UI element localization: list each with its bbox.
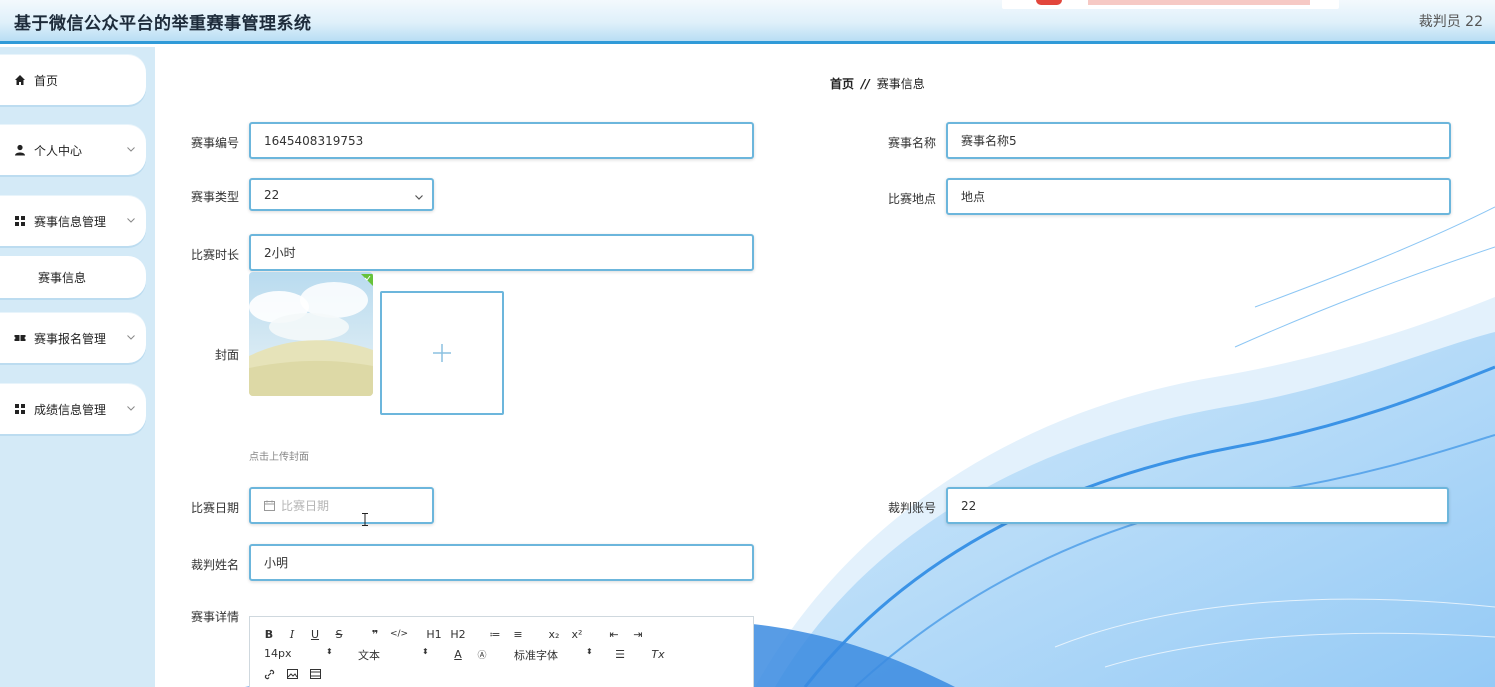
event-name-input[interactable]: 赛事名称5 — [946, 122, 1451, 159]
duration-label: 比赛时长 — [190, 248, 239, 262]
chevron-down-icon — [127, 218, 135, 223]
user-icon — [15, 144, 25, 156]
main-content: 首页 // 赛事信息 赛事编号 1645408319753 赛事名称 赛事名称5 赛… — [155, 47, 1495, 687]
indent-button[interactable]: ⇥ — [629, 626, 647, 642]
sidebar-item-personal-center[interactable]: 个人中心 — [0, 125, 146, 175]
breadcrumb-separator: // — [861, 77, 870, 91]
event-no-value: 1645408319753 — [264, 133, 364, 148]
superscript-button[interactable]: x² — [568, 626, 586, 642]
plus-icon — [433, 344, 451, 362]
clear-format-button[interactable]: Tx — [649, 646, 667, 662]
referee-account-input[interactable]: 22 — [946, 487, 1449, 524]
subscript-button[interactable]: x₂ — [545, 626, 563, 642]
landscape-image — [249, 272, 373, 396]
updown-arrows-icon: ⬍ — [326, 647, 333, 656]
sidebar-item-registration-management[interactable]: 赛事报名管理 — [0, 313, 146, 363]
cover-upload-button[interactable] — [380, 291, 504, 415]
outdent-button[interactable]: ⇤ — [605, 626, 623, 642]
breadcrumb-current: 赛事信息 — [876, 77, 925, 91]
code-button[interactable]: </> — [390, 626, 408, 642]
sidebar-subitem-event-info[interactable]: 赛事信息 — [0, 256, 146, 298]
date-placeholder: 比赛日期 — [281, 499, 330, 513]
duration-input[interactable]: 2小时 — [249, 234, 754, 271]
sidebar-item-score-management[interactable]: 成绩信息管理 — [0, 384, 146, 434]
align-icon[interactable]: ☰ — [611, 646, 629, 662]
text-style-value: 文本 — [358, 649, 380, 662]
event-type-select[interactable]: 22 — [249, 178, 434, 211]
venue-value: 地点 — [961, 190, 986, 204]
updown-arrows-icon: ⬍ — [422, 647, 429, 656]
font-color-icon[interactable]: A — [449, 646, 467, 662]
calendar-icon — [264, 500, 275, 511]
h2-button[interactable]: H2 — [449, 626, 467, 642]
updown-arrows-icon: ⬍ — [586, 647, 593, 656]
referee-account-label: 裁判账号 — [887, 501, 936, 515]
referee-name-value: 小明 — [264, 556, 289, 570]
event-type-value: 22 — [264, 187, 280, 202]
font-family-select[interactable]: 标准字体 ⬍ — [514, 647, 593, 663]
chevron-down-icon — [127, 147, 135, 152]
h1-button[interactable]: H1 — [425, 626, 443, 642]
referee-account-value: 22 — [961, 498, 977, 513]
sidebar: 首页 个人中心 赛事信息管理 赛事信息 赛事报名管理 成绩信息管理 — [0, 47, 155, 687]
text-cursor-icon — [362, 513, 368, 526]
event-type-label: 赛事类型 — [190, 190, 239, 204]
home-icon — [15, 75, 25, 85]
grid-icon — [15, 216, 25, 226]
chevron-down-icon — [127, 335, 135, 340]
strike-button[interactable]: S — [330, 626, 348, 642]
sidebar-item-home[interactable]: 首页 — [0, 55, 146, 105]
chevron-down-icon — [127, 406, 135, 411]
event-no-label: 赛事编号 — [190, 136, 239, 150]
referee-name-label: 裁判姓名 — [190, 558, 239, 572]
current-user[interactable]: 裁判员 22 — [1419, 11, 1483, 31]
sidebar-item-label: 成绩信息管理 — [34, 402, 107, 417]
bullet-list-button[interactable]: ≡ — [509, 626, 527, 642]
sidebar-item-label: 首页 — [34, 73, 59, 88]
font-family-value: 标准字体 — [514, 649, 558, 662]
venue-input[interactable]: 地点 — [946, 178, 1451, 215]
breadcrumb: 首页 // 赛事信息 — [830, 75, 925, 92]
sidebar-item-label: 个人中心 — [34, 143, 83, 158]
rich-text-editor[interactable]: B I U S ❞ </> H1 H2 ≔ ≡ x₂ x² ⇤ ⇥ 14px ⬍… — [249, 616, 754, 687]
detail-label: 赛事详情 — [190, 610, 239, 624]
date-picker[interactable]: 比赛日期 — [249, 487, 434, 524]
video-icon[interactable] — [306, 666, 324, 682]
sidebar-item-label: 赛事报名管理 — [34, 331, 107, 346]
italic-button[interactable]: I — [283, 626, 301, 642]
app-title: 基于微信公众平台的举重赛事管理系统 — [14, 14, 312, 34]
event-name-value: 赛事名称5 — [961, 134, 1017, 148]
bold-button[interactable]: B — [260, 626, 278, 642]
link-icon[interactable] — [260, 666, 278, 682]
header: 基于微信公众平台的举重赛事管理系统 裁判员 22 — [0, 0, 1495, 44]
cover-upload-tip: 点击上传封面 — [249, 452, 309, 463]
sidebar-item-label: 赛事信息管理 — [34, 214, 107, 229]
image-icon[interactable] — [283, 666, 301, 682]
breadcrumb-home[interactable]: 首页 — [830, 77, 854, 91]
text-style-select[interactable]: 文本 ⬍ — [358, 647, 429, 663]
font-size-value: 14px — [264, 647, 292, 660]
ordered-list-button[interactable]: ≔ — [486, 626, 504, 642]
font-size-select[interactable]: 14px ⬍ — [264, 647, 333, 660]
sidebar-item-label: 赛事信息 — [38, 270, 87, 285]
referee-name-input[interactable]: 小明 — [249, 544, 754, 581]
cover-label: 封面 — [214, 348, 239, 362]
banner-image — [1002, 0, 1339, 9]
underline-button[interactable]: U — [306, 626, 324, 642]
quote-button[interactable]: ❞ — [366, 626, 384, 642]
sidebar-item-event-management[interactable]: 赛事信息管理 — [0, 196, 146, 246]
event-no-input[interactable]: 1645408319753 — [249, 122, 754, 159]
date-label: 比赛日期 — [190, 501, 239, 515]
venue-label: 比赛地点 — [887, 192, 936, 206]
grid-icon — [15, 404, 25, 414]
cover-image-thumbnail[interactable] — [249, 272, 373, 396]
duration-value: 2小时 — [264, 246, 296, 260]
background-color-icon[interactable]: Ⓐ — [473, 646, 491, 662]
event-name-label: 赛事名称 — [887, 136, 936, 150]
chevron-down-icon — [415, 195, 423, 200]
ticket-icon — [14, 335, 26, 341]
